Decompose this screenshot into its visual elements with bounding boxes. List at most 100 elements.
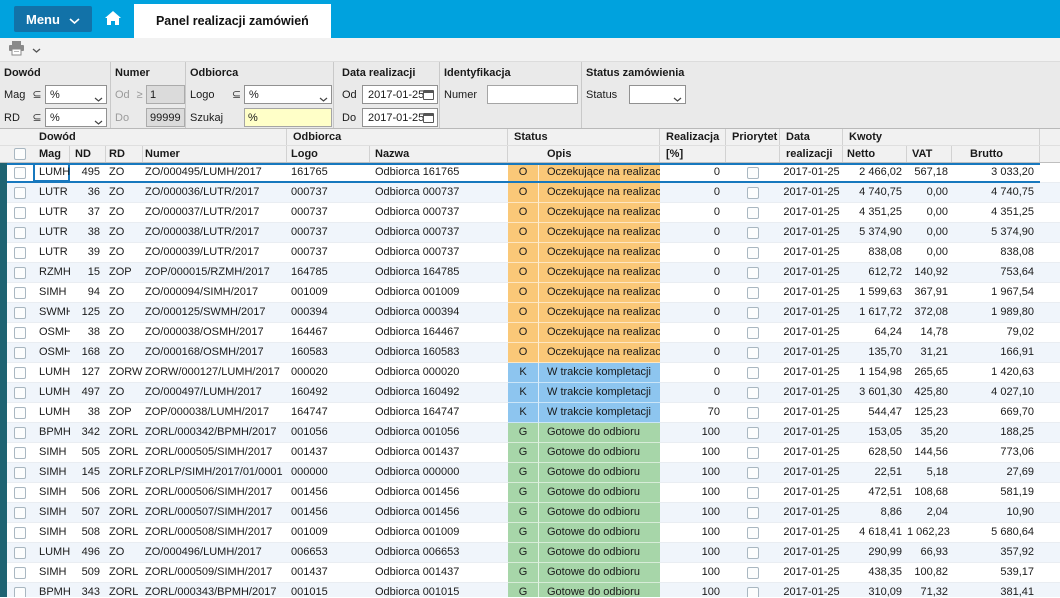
- table-row[interactable]: LUTR 38 ZO ZO/000038/LUTR/2017 000737 Od…: [0, 223, 1060, 243]
- menu-button[interactable]: Menu: [14, 6, 92, 32]
- table-row[interactable]: LUMH 496 ZO ZO/000496/LUMH/2017 006653 O…: [0, 543, 1060, 563]
- priorytet-checkbox[interactable]: [747, 366, 759, 379]
- col-header-rd[interactable]: RD: [106, 146, 143, 162]
- col-header-status-code: [508, 146, 539, 162]
- col-header-nd[interactable]: ND: [70, 146, 106, 162]
- table-row[interactable]: SIMH 508 ZORL ZORL/000508/SIMH/2017 0010…: [0, 523, 1060, 543]
- priorytet-checkbox[interactable]: [747, 166, 759, 179]
- table-row[interactable]: SWMH 125 ZO ZO/000125/SWMH/2017 000394 O…: [0, 303, 1060, 323]
- data-od-input[interactable]: 2017-01-25: [362, 85, 438, 104]
- row-checkbox[interactable]: [14, 286, 26, 299]
- cell-nd: 145: [70, 463, 106, 483]
- row-checkbox[interactable]: [14, 566, 26, 579]
- table-row[interactable]: LUTR 37 ZO ZO/000037/LUTR/2017 000737 Od…: [0, 203, 1060, 223]
- cell-status-code: O: [508, 343, 539, 363]
- table-row[interactable]: SIMH 506 ZORL ZORL/000506/SIMH/2017 0014…: [0, 483, 1060, 503]
- table-row[interactable]: SIMH 145 ZORLP ZORLP/SIMH/2017/01/0001 0…: [0, 463, 1060, 483]
- row-checkbox[interactable]: [14, 186, 26, 199]
- mag-filter-select[interactable]: %: [45, 85, 107, 104]
- priorytet-checkbox[interactable]: [747, 446, 759, 459]
- row-checkbox[interactable]: [14, 486, 26, 499]
- logo-filter-select[interactable]: %: [244, 85, 332, 104]
- col-header-vat[interactable]: VAT: [907, 146, 952, 162]
- row-checkbox[interactable]: [14, 306, 26, 319]
- col-header-mag[interactable]: Mag: [33, 146, 70, 162]
- numer-do-input[interactable]: [146, 108, 185, 127]
- row-checkbox[interactable]: [14, 226, 26, 239]
- rd-filter-select[interactable]: %: [45, 108, 107, 127]
- data-do-input[interactable]: 2017-01-25: [362, 108, 438, 127]
- priorytet-checkbox[interactable]: [747, 566, 759, 579]
- table-row[interactable]: LUMH 497 ZO ZO/000497/LUMH/2017 160492 O…: [0, 383, 1060, 403]
- row-checkbox[interactable]: [14, 586, 26, 597]
- home-button[interactable]: [92, 0, 134, 38]
- priorytet-checkbox[interactable]: [747, 206, 759, 219]
- calendar-icon[interactable]: [423, 113, 434, 123]
- priorytet-checkbox[interactable]: [747, 486, 759, 499]
- select-all-checkbox[interactable]: [13, 148, 26, 160]
- table-row[interactable]: RZMH 15 ZOP ZOP/000015/RZMH/2017 164785 …: [0, 263, 1060, 283]
- row-checkbox-cell: [7, 363, 33, 383]
- row-checkbox[interactable]: [14, 266, 26, 279]
- priorytet-checkbox[interactable]: [747, 306, 759, 319]
- priorytet-checkbox[interactable]: [747, 426, 759, 439]
- status-filter-select[interactable]: [629, 85, 686, 104]
- row-checkbox[interactable]: [14, 166, 26, 179]
- col-header-realizacji[interactable]: realizacji: [780, 146, 843, 162]
- table-row[interactable]: LUMH 38 ZOP ZOP/000038/LUMH/2017 164747 …: [0, 403, 1060, 423]
- print-dropdown-chevron[interactable]: [32, 44, 41, 56]
- row-checkbox[interactable]: [14, 506, 26, 519]
- priorytet-checkbox[interactable]: [747, 346, 759, 359]
- col-header-brutto[interactable]: Brutto: [952, 146, 1040, 162]
- row-checkbox[interactable]: [14, 366, 26, 379]
- table-row[interactable]: LUMH 495 ZO ZO/000495/LUMH/2017 161765 O…: [0, 163, 1060, 183]
- table-row[interactable]: OSMH 168 ZO ZO/000168/OSMH/2017 160583 O…: [0, 343, 1060, 363]
- priorytet-checkbox[interactable]: [747, 546, 759, 559]
- row-checkbox[interactable]: [14, 206, 26, 219]
- priorytet-checkbox[interactable]: [747, 326, 759, 339]
- table-row[interactable]: LUTR 36 ZO ZO/000036/LUTR/2017 000737 Od…: [0, 183, 1060, 203]
- priorytet-checkbox[interactable]: [747, 266, 759, 279]
- col-header-netto[interactable]: Netto: [843, 146, 907, 162]
- priorytet-checkbox[interactable]: [747, 286, 759, 299]
- row-checkbox[interactable]: [14, 446, 26, 459]
- priorytet-checkbox[interactable]: [747, 506, 759, 519]
- table-row[interactable]: LUTR 39 ZO ZO/000039/LUTR/2017 000737 Od…: [0, 243, 1060, 263]
- row-checkbox[interactable]: [14, 466, 26, 479]
- table-row[interactable]: LUMH 127 ZORW ZORW/000127/LUMH/2017 0000…: [0, 363, 1060, 383]
- table-row[interactable]: BPMH 342 ZORL ZORL/000342/BPMH/2017 0010…: [0, 423, 1060, 443]
- row-checkbox[interactable]: [14, 546, 26, 559]
- tab-panel-realizacji-zamowien[interactable]: Panel realizacji zamówień: [133, 4, 331, 38]
- szukaj-filter-input[interactable]: [244, 108, 332, 127]
- row-checkbox[interactable]: [14, 346, 26, 359]
- table-row[interactable]: SIMH 94 ZO ZO/000094/SIMH/2017 001009 Od…: [0, 283, 1060, 303]
- col-header-opis[interactable]: Opis: [539, 146, 660, 162]
- row-checkbox[interactable]: [14, 326, 26, 339]
- priorytet-checkbox[interactable]: [747, 246, 759, 259]
- table-row[interactable]: SIMH 509 ZORL ZORL/000509/SIMH/2017 0014…: [0, 563, 1060, 583]
- row-checkbox[interactable]: [14, 426, 26, 439]
- col-header-pct[interactable]: [%]: [660, 146, 726, 162]
- priorytet-checkbox[interactable]: [747, 466, 759, 479]
- priorytet-checkbox[interactable]: [747, 526, 759, 539]
- row-checkbox[interactable]: [14, 406, 26, 419]
- ident-numer-input[interactable]: [487, 85, 578, 104]
- priorytet-checkbox[interactable]: [747, 386, 759, 399]
- priorytet-checkbox[interactable]: [747, 226, 759, 239]
- table-row[interactable]: SIMH 507 ZORL ZORL/000507/SIMH/2017 0014…: [0, 503, 1060, 523]
- row-checkbox[interactable]: [14, 246, 26, 259]
- numer-od-input[interactable]: [146, 85, 185, 104]
- row-checkbox[interactable]: [14, 526, 26, 539]
- row-checkbox[interactable]: [14, 386, 26, 399]
- priorytet-checkbox[interactable]: [747, 586, 759, 597]
- col-header-nazwa[interactable]: Nazwa: [370, 146, 508, 162]
- col-header-logo[interactable]: Logo: [287, 146, 370, 162]
- priorytet-checkbox[interactable]: [747, 406, 759, 419]
- table-row[interactable]: OSMH 38 ZO ZO/000038/OSMH/2017 164467 Od…: [0, 323, 1060, 343]
- priorytet-checkbox[interactable]: [747, 186, 759, 199]
- print-button[interactable]: [8, 40, 25, 59]
- table-row[interactable]: BPMH 343 ZORL ZORL/000343/BPMH/2017 0010…: [0, 583, 1060, 597]
- table-row[interactable]: SIMH 505 ZORL ZORL/000505/SIMH/2017 0014…: [0, 443, 1060, 463]
- col-header-numer[interactable]: Numer: [143, 146, 287, 162]
- calendar-icon[interactable]: [423, 90, 434, 100]
